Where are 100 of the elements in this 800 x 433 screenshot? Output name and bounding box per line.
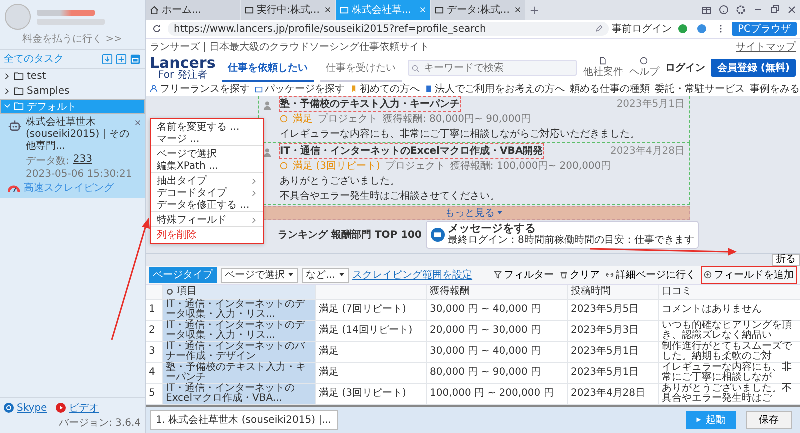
folder-item[interactable]: test [0,69,145,84]
site-tagline: ランサーズ | 日本最大級のクラウドソーシング仕事依頼サイト [150,40,430,54]
table-cell: 満足 [316,363,427,383]
review-title[interactable]: IT・通信・インターネットのExcelマクロ作成・VBA開発 [280,144,544,158]
menu-item[interactable]: 抽出タイプ [151,175,263,187]
browser-tab[interactable]: データ:株式... [431,0,525,20]
person-icon [263,101,272,110]
detail-page-button[interactable]: 詳細ページに行く [605,268,697,282]
site-logo[interactable]: Lancers [150,56,216,70]
import-icon[interactable] [102,54,113,64]
caret-icon [497,210,503,216]
page-select[interactable]: ページで選択 [221,268,298,282]
collapse-button[interactable]: 折る [772,254,800,266]
browser-tab[interactable]: 実行中:株式... [241,0,335,20]
new-tab-icon[interactable] [530,6,539,14]
browser-mode-button[interactable]: PCブラウザ [732,22,797,36]
video-link[interactable]: ビデオ [69,401,100,415]
menu-item[interactable]: ページで選択 [151,148,263,160]
home-icon [150,6,159,14]
robot-icon [8,119,22,133]
task-card[interactable]: 株式会社草世木 (souseiki2015) | その他専門... データ数: 233 2023-05-06 15:30:21 高速スクレイピング [0,114,145,198]
table-cell: 30,000 円 ~ 40,000 円 [427,342,568,362]
pencil-icon[interactable] [594,25,603,33]
all-tasks-label: 全てのタスク [4,53,65,66]
scraping-range-link[interactable]: スクレイピング範囲を設定 [352,268,473,282]
table-cell: 満足 (7回リピート) [316,300,427,320]
menu-item[interactable]: 名前を変更する ... [151,121,263,133]
menu-item[interactable]: 編集XPath ... [151,160,263,173]
page-type-label: ページタイプ [149,267,217,283]
data-count-link[interactable]: 233 [73,154,92,168]
nav-link[interactable]: 法人でご利用をお考えの方へ [425,82,565,96]
browser-tab[interactable]: ホーム... [146,0,240,20]
other-jobs-link[interactable]: 他社案件 [583,57,624,79]
close-icon[interactable] [787,5,797,15]
restore-icon[interactable] [770,5,780,15]
search-field[interactable]: キーワードで検索 [408,60,578,76]
page-icon [245,6,254,14]
review-title[interactable]: 塾・予備校のテキスト入力・キーパンチ [280,97,460,111]
nav-link[interactable]: 委託・常駐サービス [655,82,745,96]
close-icon[interactable] [135,120,141,126]
review-text: 不具合やエラー発生時はご相談させてください。 [280,190,501,203]
document-icon [599,57,608,65]
menu-item[interactable]: デコードタイプ [151,187,263,199]
box-icon [255,84,263,92]
gauge-icon [8,183,20,193]
folder-item[interactable]: Samples [0,84,145,99]
site-tab[interactable]: 仕事を依頼したい [222,54,314,82]
column-header[interactable]: 投稿時間 [568,285,659,299]
refresh-icon[interactable] [152,24,162,34]
type-select[interactable]: など... [302,268,349,282]
video-icon [56,403,66,413]
nav-link[interactable]: フリーランスを探す [150,82,250,96]
link-icon [606,271,614,279]
menu-item[interactable]: 列を削除 [151,229,263,241]
help-link[interactable]: ヘルプ [629,57,660,79]
clear-button[interactable]: クリア [559,268,601,282]
chevron-icon [4,103,11,110]
add-field-button[interactable]: フィールドを追加 [701,266,797,284]
login-link[interactable]: ログイン [665,61,706,75]
nav-link[interactable]: パッケージを探す [255,82,345,96]
table-cell: 2023年4月28日 [568,384,659,404]
column-header[interactable]: 項目 [163,285,316,299]
close-icon[interactable] [325,7,331,13]
filter-icon [494,271,502,279]
address-field[interactable]: https://www.lancers.jp/profile/souseiki2015?ref=profile_search [168,22,609,36]
nav-link[interactable]: 初めての方へ [350,82,420,96]
task-tab[interactable]: 1. 株式会社草世木 (souseiki2015) |... [150,410,338,430]
filter-button[interactable]: フィルター [493,268,555,282]
page-icon [435,6,444,14]
site-tab[interactable]: 仕事を受けたい [320,54,402,82]
data-count-label: データ数: [26,155,70,168]
message-card[interactable]: メッセージをする 最終ログイン：8時間前稼働時間の目安：仕事できます [426,221,700,249]
menu-item[interactable]: 特殊フィールド [151,214,263,227]
sitemap-link[interactable]: サイトマップ [736,40,796,54]
table-cell: 2023年5月1日 [568,363,659,383]
skype-link[interactable]: Skype [17,402,48,414]
table-cell-text: ありがとうございました。不具合やエラー発生時はご [661,384,793,404]
add-icon[interactable] [116,54,127,64]
nav-link[interactable]: 頼める仕事の種類 [570,82,650,96]
menu-item[interactable]: マージ ... [151,133,263,146]
signup-button[interactable]: 会員登録 (無料) [711,59,796,77]
close-icon[interactable] [515,7,521,13]
ranking-heading: ランキング 報酬部門 TOP 100 [278,228,422,242]
table-cell: 満足 [316,342,427,362]
table-cell: 100,000 円 ~ 200,000 円 [427,384,568,404]
redacted-name [37,18,105,24]
ribbon-icon [350,84,358,92]
column-header[interactable]: 獲得報酬 [427,285,568,299]
table-cell-text: コメントはありません [661,303,763,317]
logo-subtitle: For 発注者 [158,70,208,80]
save-button[interactable]: 保存 [746,411,792,429]
table-cell: IT・通信・インターネットのデータ収集・入力・リス... [163,321,316,341]
nav-link[interactable]: 事例をみる [750,82,800,96]
column-header[interactable]: 口コミ [659,285,800,299]
avatar [5,4,31,30]
chevron-icon [4,73,11,80]
menu-item[interactable]: データを修正する ... [151,199,263,212]
pre-login-button[interactable]: 事前ログイン [612,22,672,36]
table-cell: 満足 (3回リピート) [316,384,427,404]
settings-icon[interactable] [736,5,746,15]
